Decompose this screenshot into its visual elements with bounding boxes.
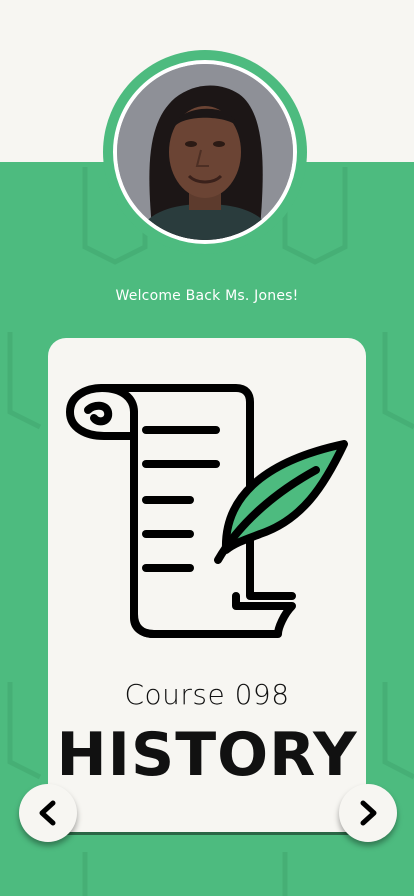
welcome-message: Welcome Back Ms. Jones!: [115, 288, 299, 304]
course-number: Course 098: [124, 678, 290, 711]
course-title: HISTORY: [56, 720, 358, 790]
chevron-left-icon: [39, 800, 56, 826]
next-course-button[interactable]: [339, 784, 397, 842]
teacher-portrait: [117, 64, 293, 240]
chevron-right-icon: [360, 800, 377, 826]
avatar[interactable]: [113, 60, 297, 244]
previous-course-button[interactable]: [19, 784, 77, 842]
scroll-quill-icon: [66, 384, 348, 638]
avatar-ring: [103, 50, 307, 254]
course-card[interactable]: Course 098 HISTORY: [48, 338, 366, 832]
